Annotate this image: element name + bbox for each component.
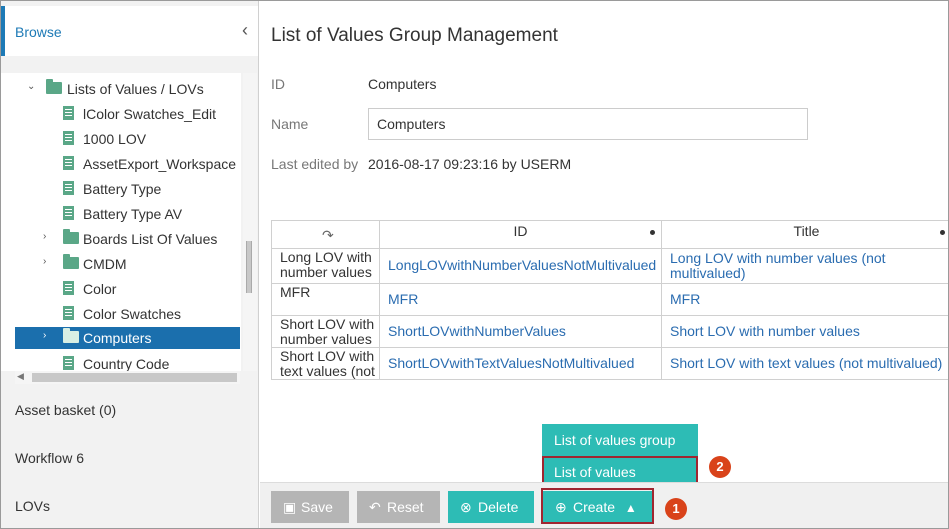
list-icon xyxy=(63,181,74,195)
tree-item-label: Computers xyxy=(83,330,152,346)
scrollbar-thumb[interactable] xyxy=(246,241,252,293)
delete-label: Delete xyxy=(478,499,519,515)
tree-item-label: Battery Type xyxy=(83,181,162,197)
list-icon xyxy=(63,206,74,220)
delete-button[interactable]: ⊗ Delete xyxy=(448,491,534,523)
chevron-down-icon[interactable]: ⌄ xyxy=(27,81,35,92)
tree-item-label: Boards List Of Values xyxy=(83,231,218,247)
column-header-id[interactable]: ID xyxy=(380,221,662,249)
menu-item-list-of-values-group[interactable]: List of values group xyxy=(542,424,698,456)
column-header-label: Title xyxy=(793,223,820,239)
tree-item-label: lColor Swatches_Edit xyxy=(83,106,217,122)
tree-item-boards-list-of-values[interactable]: › Boards List Of Values xyxy=(1,228,241,250)
callout-badge-2: 2 xyxy=(709,456,731,478)
list-icon xyxy=(63,131,74,145)
chevron-right-icon[interactable]: › xyxy=(43,256,46,267)
folder-icon xyxy=(63,328,79,343)
list-icon xyxy=(63,281,74,295)
list-icon xyxy=(63,356,74,370)
row-header[interactable]: Long LOV with number values xyxy=(272,249,380,284)
tree-item-label: Color xyxy=(83,281,117,297)
list-icon xyxy=(63,106,74,120)
row-header[interactable]: Short LOV with number values xyxy=(272,316,380,348)
table-cell-title[interactable]: Short LOV with text values (not multival… xyxy=(662,348,948,379)
folder-icon xyxy=(63,229,79,244)
close-circle-icon: ⊗ xyxy=(460,499,472,515)
tree-horizontal-scrollbar[interactable]: ◀ xyxy=(15,371,240,384)
redo-icon[interactable]: ↷ xyxy=(322,227,334,244)
sidebar: Browse ‹ ⌄ Lists of Values / LOVs lColor… xyxy=(1,1,259,528)
section-workflow[interactable]: Workflow 6 xyxy=(15,450,84,466)
reset-label: Reset xyxy=(387,499,424,515)
id-label: ID xyxy=(271,76,285,92)
create-button-highlight xyxy=(541,488,654,524)
tree-item-battery-type-av[interactable]: Battery Type AV xyxy=(1,203,241,225)
column-menu-icon[interactable] xyxy=(650,230,655,235)
table-cell-title[interactable]: Short LOV with number values xyxy=(662,316,948,348)
table-cell-id[interactable]: MFR xyxy=(380,284,662,316)
scrollbar-thumb[interactable] xyxy=(32,373,237,382)
tree-item-color-swatches-edit[interactable]: lColor Swatches_Edit xyxy=(1,103,241,125)
section-asset-basket[interactable]: Asset basket (0) xyxy=(15,402,116,418)
folder-icon xyxy=(63,254,79,269)
tree-vertical-scrollbar[interactable] xyxy=(243,73,257,371)
undo-icon: ↶ xyxy=(369,499,381,515)
tree-item-label: Battery Type AV xyxy=(83,206,183,222)
list-icon xyxy=(63,306,74,320)
row-header[interactable]: MFR xyxy=(272,284,380,316)
tree-item-computers[interactable]: › Computers xyxy=(15,327,240,349)
table-cell-id[interactable]: ShortLOVwithTextValuesNotMultivalued xyxy=(380,348,662,379)
id-value: Computers xyxy=(368,76,437,92)
lov-tree: ⌄ Lists of Values / LOVs lColor Swatches… xyxy=(1,73,241,371)
tree-item-label: 1000 LOV xyxy=(83,131,147,147)
name-input[interactable] xyxy=(368,108,808,140)
tree-item-label: Color Swatches xyxy=(83,306,182,322)
values-table: ↷ ID Title Long LOV with number values L… xyxy=(271,220,948,380)
page-title: List of Values Group Management xyxy=(271,25,558,46)
column-menu-icon[interactable] xyxy=(940,230,945,235)
table-cell-title[interactable]: MFR xyxy=(662,284,948,316)
column-header-label: ID xyxy=(513,223,528,239)
tree-item-country-code[interactable]: Country Code xyxy=(1,353,241,371)
tree-item-cmdm[interactable]: › CMDM xyxy=(1,253,241,275)
tree-item-assetexport-workspace[interactable]: AssetExport_Workspace xyxy=(1,153,241,175)
callout-badge-1: 1 xyxy=(665,498,687,520)
save-label: Save xyxy=(301,499,333,515)
table-cell-title[interactable]: Long LOV with number values (not multiva… xyxy=(662,249,948,284)
main-panel: List of Values Group Management ID Compu… xyxy=(260,1,948,528)
tree-item-color-swatches[interactable]: Color Swatches xyxy=(1,303,241,325)
table-cell-id[interactable]: ShortLOVwithNumberValues xyxy=(380,316,662,348)
save-button[interactable]: ▣ Save xyxy=(271,491,349,523)
chevron-left-icon[interactable]: ‹ xyxy=(242,20,248,41)
create-menu: List of values group List of values xyxy=(542,424,698,488)
name-label: Name xyxy=(271,116,309,132)
browse-title: Browse xyxy=(15,24,62,40)
last-edited-label: Last edited by xyxy=(271,156,359,172)
chevron-right-icon[interactable]: › xyxy=(43,231,46,242)
reset-button[interactable]: ↶ Reset xyxy=(357,491,440,523)
tree-item-color[interactable]: Color xyxy=(1,278,241,300)
tree-item-1000-lov[interactable]: 1000 LOV xyxy=(1,128,241,150)
tree-item-label: Country Code xyxy=(83,356,170,371)
browse-header[interactable]: Browse ‹ xyxy=(1,6,258,56)
table-corner[interactable]: ↷ xyxy=(272,221,380,249)
section-lovs[interactable]: LOVs xyxy=(15,498,50,514)
folder-open-icon xyxy=(46,79,62,94)
scroll-left-icon[interactable]: ◀ xyxy=(17,371,24,382)
list-icon xyxy=(63,156,74,170)
floppy-disk-icon: ▣ xyxy=(283,499,297,515)
column-header-title[interactable]: Title xyxy=(662,221,948,249)
tree-item-label: CMDM xyxy=(83,256,127,272)
app-window: Browse ‹ ⌄ Lists of Values / LOVs lColor… xyxy=(0,0,949,529)
tree-item-battery-type[interactable]: Battery Type xyxy=(1,178,241,200)
chevron-right-icon[interactable]: › xyxy=(43,330,46,341)
tree-item-lists-of-values[interactable]: ⌄ Lists of Values / LOVs xyxy=(1,78,241,100)
table-cell-id[interactable]: LongLOVwithNumberValuesNotMultivalued xyxy=(380,249,662,284)
tree-item-label: AssetExport_Workspace xyxy=(83,156,237,172)
tree-item-label: Lists of Values / LOVs xyxy=(67,81,204,97)
last-edited-value: 2016-08-17 09:23:16 by USERM xyxy=(368,156,572,172)
row-header[interactable]: Short LOV with text values (not xyxy=(272,348,380,379)
